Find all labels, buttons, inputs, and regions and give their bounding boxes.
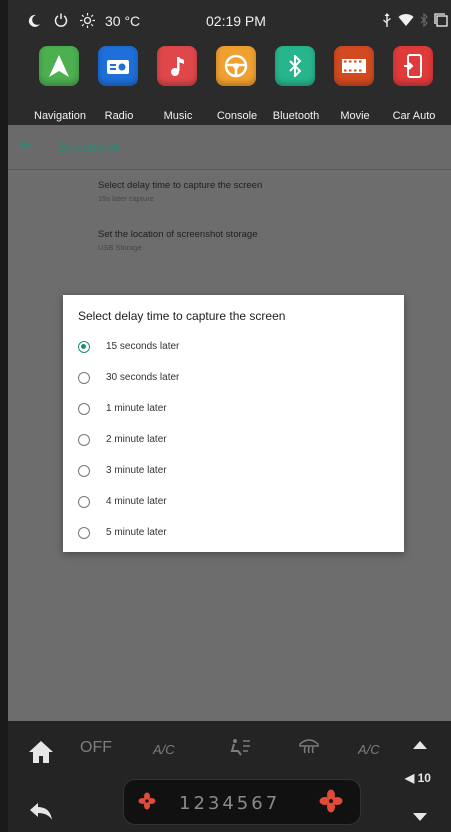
setting-title: Set the location of screenshot storage (98, 229, 258, 240)
climate-bar: OFF A/C A/C ◀ 10 1234567 (8, 721, 451, 832)
dialog-title: Select delay time to capture the screen (78, 309, 286, 323)
radio-icon (98, 46, 138, 86)
setting-delay-time[interactable]: Select delay time to capture the screen … (98, 180, 262, 203)
temperature-readout: 30 °C (105, 13, 141, 29)
radio-button[interactable] (78, 403, 90, 415)
option-label: 3 minute later (106, 465, 167, 476)
volume-down-icon[interactable] (413, 813, 427, 821)
delay-time-dialog: Select delay time to capture the screen … (63, 295, 404, 552)
ac-right-button[interactable]: A/C (358, 742, 380, 757)
option-label: 2 minute later (106, 434, 167, 445)
power-icon[interactable] (54, 13, 68, 30)
wifi-icon (398, 13, 414, 30)
bluetooth-status-icon (420, 12, 428, 30)
radio-button[interactable] (78, 496, 90, 508)
fan-speed-levels: 1234567 (179, 793, 281, 814)
airflow-mode-icon[interactable] (226, 738, 252, 759)
fan-increase-icon[interactable] (319, 789, 343, 818)
app-dock: Navigation Radio Music Console Bluetooth (8, 40, 451, 125)
status-bar: 30 °C 02:19 PM (8, 0, 451, 40)
option-label: 15 seconds later (106, 341, 180, 352)
brightness-icon[interactable] (80, 13, 95, 31)
radio-button[interactable] (78, 465, 90, 477)
setting-storage-location[interactable]: Set the location of screenshot storage U… (98, 229, 258, 252)
option-label: 5 minute later (106, 527, 167, 538)
option-5-minute[interactable]: 5 minute later (78, 524, 378, 544)
option-4-minute[interactable]: 4 minute later (78, 493, 378, 513)
option-3-minute[interactable]: 3 minute later (78, 462, 378, 482)
setting-title: Select delay time to capture the screen (98, 180, 263, 191)
option-1-minute[interactable]: 1 minute later (78, 400, 378, 420)
volume-up-icon[interactable] (413, 741, 427, 749)
option-label: 1 minute later (106, 403, 167, 414)
film-icon (334, 46, 374, 86)
radio-button[interactable] (78, 434, 90, 446)
rear-defrost-icon[interactable] (298, 738, 320, 757)
usb-icon (382, 13, 392, 31)
climate-off-button[interactable]: OFF (80, 739, 112, 757)
option-2-minute[interactable]: 2 minute later (78, 431, 378, 451)
fan-decrease-icon[interactable] (138, 792, 156, 815)
volume-value: 10 (417, 771, 431, 785)
option-15-seconds[interactable]: 15 seconds later (78, 338, 378, 358)
option-label: 4 minute later (106, 496, 167, 507)
steering-wheel-icon (216, 46, 256, 86)
radio-button[interactable] (78, 527, 90, 539)
app-car-auto[interactable]: Car Auto (383, 46, 445, 124)
setting-subtitle: 15s later capture (98, 194, 154, 203)
volume-level: ◀ 10 (405, 771, 431, 785)
night-mode-icon[interactable] (26, 13, 42, 32)
clock: 02:19 PM (206, 13, 266, 29)
navigation-arrow-icon (39, 46, 79, 86)
radio-button-selected[interactable] (78, 341, 90, 353)
ac-left-button[interactable]: A/C (153, 742, 175, 757)
setting-subtitle: USB Storage (98, 243, 142, 252)
app-label: Car Auto (392, 110, 436, 122)
bluetooth-icon (275, 46, 315, 86)
phone-link-icon (393, 46, 433, 86)
top-bar: 30 °C 02:19 PM Navigation Radio Music Co… (8, 0, 451, 125)
fan-speed-display: 1234567 (123, 779, 361, 825)
option-30-seconds[interactable]: 30 seconds later (78, 369, 378, 389)
back-arrow-icon[interactable] (20, 138, 32, 154)
back-icon[interactable] (28, 801, 54, 821)
page-title: Screenshot (58, 140, 119, 154)
recent-apps-icon[interactable] (434, 13, 448, 30)
option-label: 30 seconds later (106, 372, 180, 383)
speaker-icon: ◀ (405, 771, 415, 785)
screenshot-header: Screenshot (8, 125, 451, 170)
home-icon[interactable] (28, 739, 54, 765)
music-note-icon (157, 46, 197, 86)
radio-button[interactable] (78, 372, 90, 384)
